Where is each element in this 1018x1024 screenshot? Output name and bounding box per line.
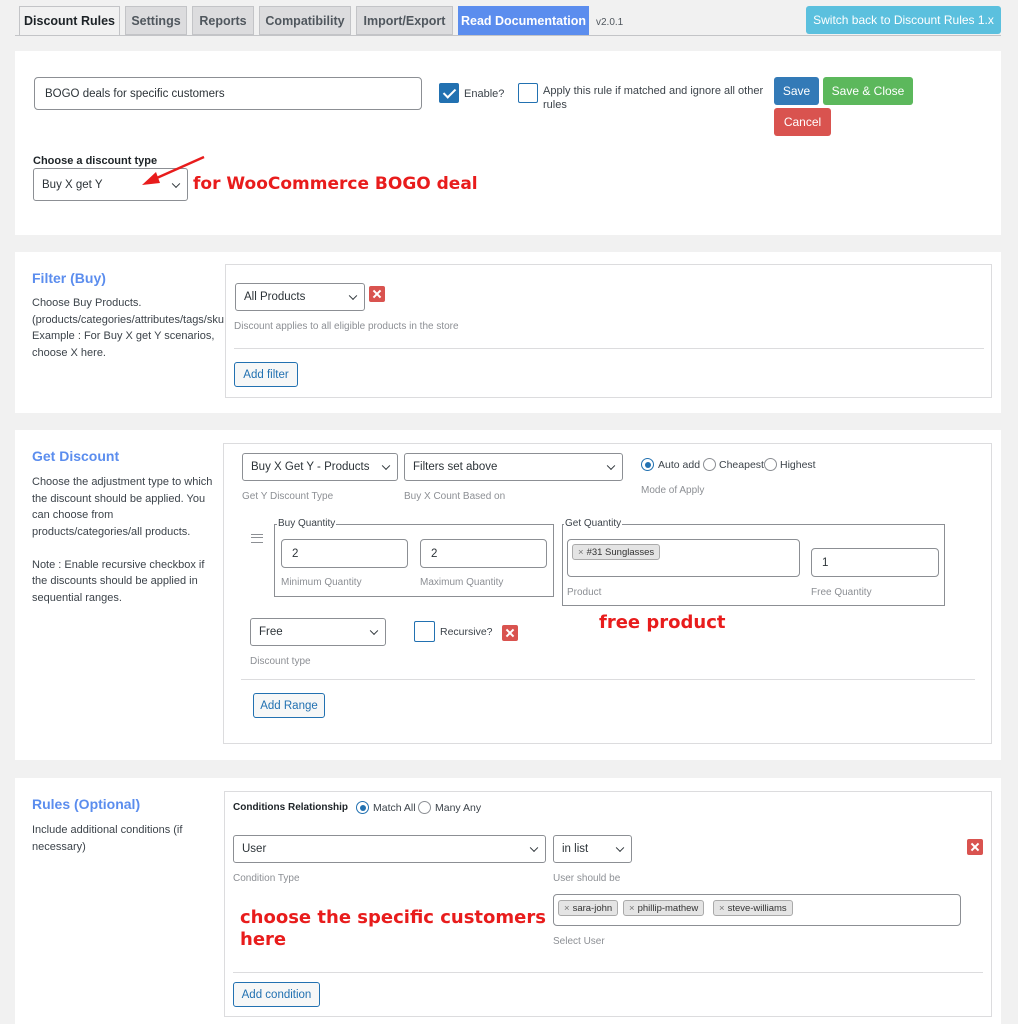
min-quantity-label: Minimum Quantity <box>281 577 362 588</box>
remove-tag-icon[interactable]: × <box>578 547 584 558</box>
range-divider <box>241 679 975 680</box>
filter-product-value: All Products <box>244 291 306 303</box>
many-any-radio[interactable] <box>418 801 431 814</box>
chevron-down-icon <box>615 843 625 853</box>
condition-type-label: Condition Type <box>233 873 300 884</box>
product-tag-label: #31 Sunglasses <box>586 546 655 558</box>
discount-type-value: Buy X get Y <box>42 178 103 191</box>
add-filter-button[interactable]: Add filter <box>234 362 298 387</box>
chevron-down-icon <box>348 291 358 301</box>
switch-back-button[interactable]: Switch back to Discount Rules 1.x <box>806 6 1001 34</box>
min-quantity-input[interactable]: 2 <box>281 539 408 568</box>
tab-reports[interactable]: Reports <box>192 6 254 35</box>
tab-compatibility[interactable]: Compatibility <box>259 6 351 35</box>
max-quantity-input[interactable]: 2 <box>420 539 547 568</box>
get-discount-description: Choose the adjustment type to which the … <box>32 476 213 604</box>
save-button[interactable]: Save <box>774 77 819 105</box>
count-based-select[interactable]: Filters set above <box>404 453 623 481</box>
apply-exclusive-label: Apply this rule if matched and ignore al… <box>543 85 764 111</box>
chevron-down-icon <box>369 626 379 636</box>
condition-type-select[interactable]: User <box>233 835 546 863</box>
tab-divider <box>15 35 1001 36</box>
annotation-bogo: for WooCommerce BOGO deal <box>193 174 478 194</box>
get-discount-title: Get Discount <box>32 448 120 464</box>
tab-settings[interactable]: Settings <box>125 6 187 35</box>
condition-divider <box>233 972 983 973</box>
cancel-button[interactable]: Cancel <box>774 108 831 136</box>
enable-label: Enable? <box>464 88 505 100</box>
mode-of-apply-label: Mode of Apply <box>641 485 705 496</box>
add-range-button[interactable]: Add Range <box>253 693 325 718</box>
chevron-down-icon <box>529 843 539 853</box>
get-y-type-value: Buy X Get Y - Products <box>251 461 370 473</box>
filter-divider <box>234 348 984 349</box>
mode-cheapest-radio[interactable] <box>703 458 716 471</box>
get-discount-type-value: Free <box>259 626 283 638</box>
mode-auto-add-label: Auto add <box>658 459 701 471</box>
user-tag[interactable]: × steve-williams <box>713 900 793 916</box>
many-any-label: Many Any <box>435 802 482 814</box>
remove-tag-icon[interactable]: × <box>564 903 570 914</box>
filter-title: Filter (Buy) <box>32 270 106 286</box>
recursive-label: Recursive? <box>440 626 493 638</box>
user-tag-label: steve-williams <box>727 902 787 914</box>
user-tag[interactable]: × sara-john <box>558 900 619 916</box>
condition-type-value: User <box>242 843 267 855</box>
tab-import-export[interactable]: Import/Export <box>356 6 453 35</box>
mode-highest-label: Highest <box>780 459 816 471</box>
chevron-down-icon <box>606 461 616 471</box>
free-quantity-input[interactable]: 1 <box>811 548 939 577</box>
mode-highest-radio[interactable] <box>764 458 777 471</box>
rules-description: Include additional conditions (if necess… <box>32 824 183 853</box>
count-based-label: Buy X Count Based on <box>404 491 506 502</box>
drag-handle-icon[interactable] <box>251 534 263 543</box>
mode-auto-add-radio[interactable] <box>641 458 654 471</box>
remove-tag-icon[interactable]: × <box>719 903 725 914</box>
conditions-relationship-label: Conditions Relationship <box>233 802 348 813</box>
remove-condition-icon[interactable] <box>967 839 983 855</box>
operator-value: in list <box>562 843 589 855</box>
filter-product-select[interactable]: All Products <box>235 283 365 311</box>
free-quantity-label: Free Quantity <box>811 587 872 598</box>
max-quantity-label: Maximum Quantity <box>420 577 504 588</box>
get-discount-type-label: Discount type <box>250 656 311 667</box>
rule-name-input[interactable]: BOGO deals for specific customers <box>34 77 422 110</box>
save-close-button[interactable]: Save & Close <box>823 77 913 105</box>
remove-filter-icon[interactable] <box>369 286 385 302</box>
get-discount-type-select[interactable]: Free <box>250 618 386 646</box>
filter-description: Choose Buy Products. (products/categorie… <box>32 297 224 359</box>
tab-discount-rules[interactable]: Discount Rules <box>19 6 120 36</box>
operator-label: User should be <box>553 873 621 884</box>
product-tag[interactable]: × #31 Sunglasses <box>572 544 661 560</box>
count-based-value: Filters set above <box>413 461 498 473</box>
match-all-label: Match All <box>373 802 416 814</box>
buy-quantity-legend: Buy Quantity <box>277 518 337 529</box>
rules-title: Rules (Optional) <box>32 796 141 812</box>
user-tag-label: sara-john <box>572 902 613 914</box>
annotation-customers: choose the specific customers here <box>240 907 546 950</box>
match-all-radio[interactable] <box>356 801 369 814</box>
filter-hint: Discount applies to all eligible product… <box>234 321 459 332</box>
mode-cheapest-label: Cheapest <box>719 459 764 471</box>
user-tag-label: phillip-mathew <box>637 902 699 914</box>
chevron-down-icon <box>381 461 391 471</box>
user-tag[interactable]: × phillip-mathew <box>623 900 705 916</box>
add-condition-button[interactable]: Add condition <box>233 982 320 1007</box>
select-user-label: Select User <box>553 936 605 947</box>
get-quantity-legend: Get Quantity <box>564 518 623 529</box>
remove-tag-icon[interactable]: × <box>629 903 635 914</box>
apply-exclusive-checkbox[interactable] <box>518 83 538 103</box>
get-y-type-select[interactable]: Buy X Get Y - Products <box>242 453 398 481</box>
remove-range-icon[interactable] <box>502 625 518 641</box>
enable-checkbox[interactable] <box>439 83 459 103</box>
recursive-checkbox[interactable] <box>414 621 435 642</box>
get-y-type-label: Get Y Discount Type <box>242 491 334 502</box>
read-documentation-button[interactable]: Read Documentation <box>458 6 589 35</box>
product-label: Product <box>567 587 602 598</box>
annotation-free-product: free product <box>599 612 726 633</box>
version-label: v2.0.1 <box>596 17 624 28</box>
operator-select[interactable]: in list <box>553 835 632 863</box>
